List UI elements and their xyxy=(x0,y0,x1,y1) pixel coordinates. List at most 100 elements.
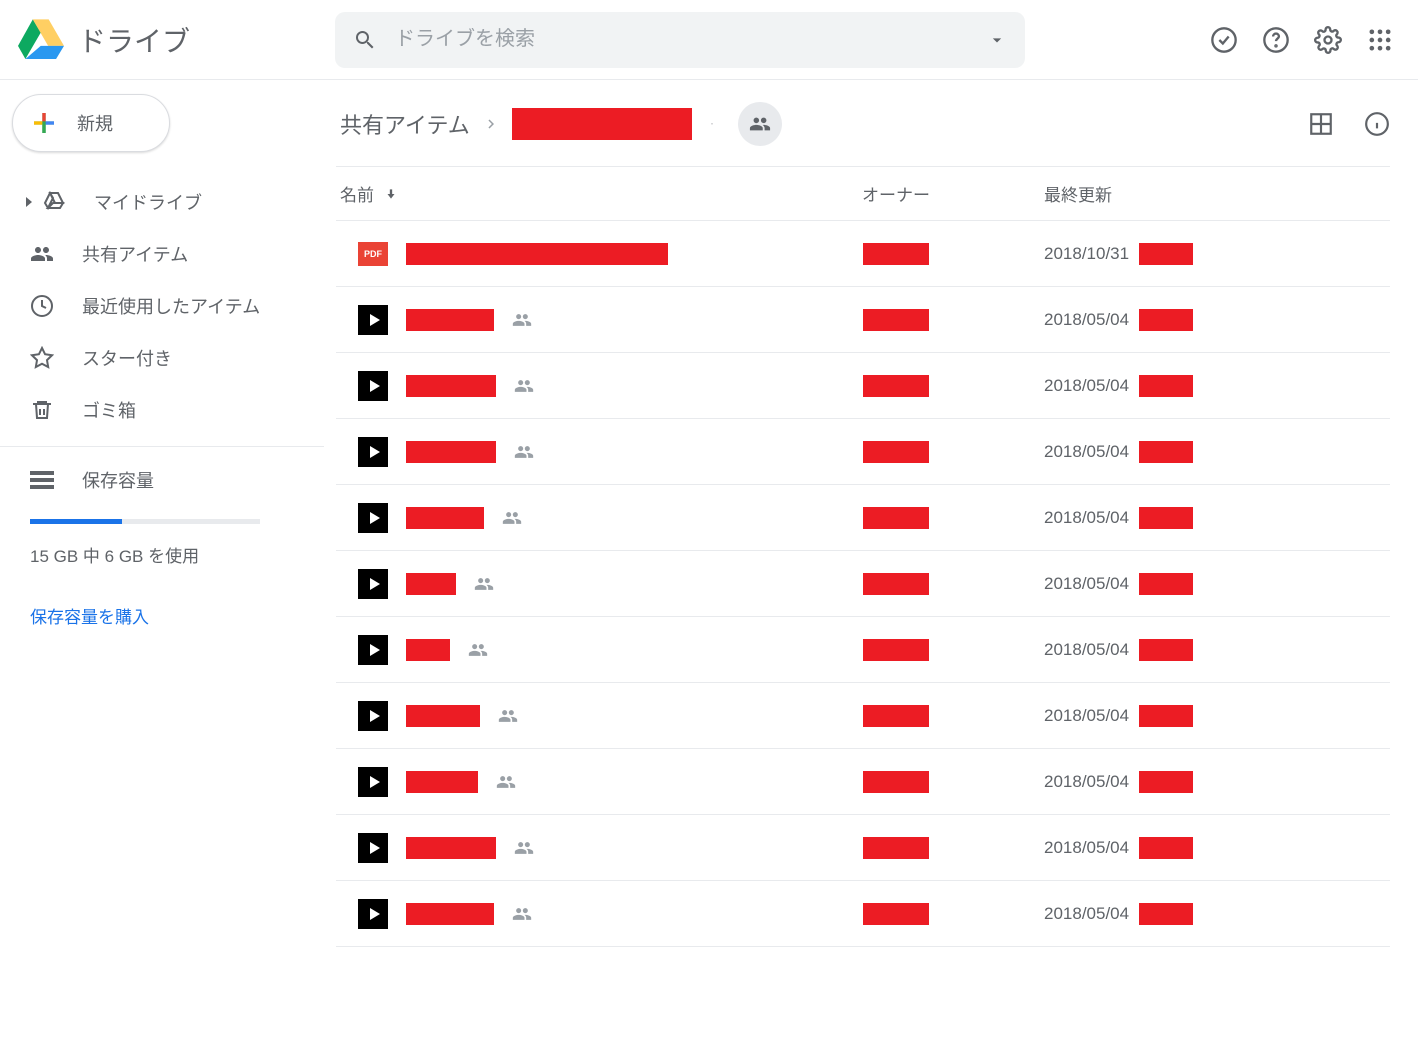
grid-view-icon[interactable] xyxy=(1308,111,1334,137)
file-row[interactable]: 2018/05/04 xyxy=(336,419,1390,485)
file-modified-cell: 2018/05/04 xyxy=(986,639,1390,661)
shared-indicator-icon xyxy=(514,376,534,396)
video-icon xyxy=(358,833,388,863)
file-row[interactable]: 2018/05/04 xyxy=(336,353,1390,419)
storage-row[interactable]: 保存容量 xyxy=(30,467,324,493)
file-owner-redacted xyxy=(863,441,929,463)
info-icon[interactable] xyxy=(1364,111,1390,137)
file-modified-date: 2018/05/04 xyxy=(1044,310,1129,330)
file-owner-cell xyxy=(806,639,986,661)
file-modified-date: 2018/05/04 xyxy=(1044,706,1129,726)
file-modifier-redacted xyxy=(1139,375,1193,397)
logo-section[interactable]: ドライブ xyxy=(18,17,323,63)
storage-section: 保存容量 15 GB 中 6 GB を使用 保存容量を購入 xyxy=(0,457,324,628)
file-name-cell: PDF xyxy=(336,242,806,266)
file-row[interactable]: 2018/05/04 xyxy=(336,683,1390,749)
file-name-cell xyxy=(336,503,806,533)
offline-ready-icon[interactable] xyxy=(1210,26,1238,54)
file-owner-cell xyxy=(806,441,986,463)
recent-icon xyxy=(30,294,54,318)
file-row[interactable]: 2018/05/04 xyxy=(336,551,1390,617)
file-row[interactable]: 2018/05/04 xyxy=(336,881,1390,947)
file-modified-cell: 2018/05/04 xyxy=(986,441,1390,463)
file-row[interactable]: 2018/05/04 xyxy=(336,485,1390,551)
apps-grid-icon[interactable] xyxy=(1366,26,1394,54)
new-button[interactable]: 新規 xyxy=(12,94,170,152)
nav-list: マイドライブ 共有アイテム 最近使用したアイテム スター付き ゴミ箱 xyxy=(0,176,324,436)
pdf-icon: PDF xyxy=(358,242,388,266)
search-input[interactable] xyxy=(395,28,969,51)
sidebar-item-shared[interactable]: 共有アイテム xyxy=(0,228,314,280)
breadcrumb-root[interactable]: 共有アイテム xyxy=(340,108,470,140)
file-owner-redacted xyxy=(863,507,929,529)
file-name-cell xyxy=(336,371,806,401)
sidebar-item-starred[interactable]: スター付き xyxy=(0,332,314,384)
mydrive-icon xyxy=(42,190,66,214)
video-icon xyxy=(358,701,388,731)
file-modified-cell: 2018/05/04 xyxy=(986,837,1390,859)
file-name-cell xyxy=(336,833,806,863)
file-name-cell xyxy=(336,569,806,599)
file-name-redacted xyxy=(406,309,494,331)
sort-arrow-down-icon xyxy=(384,187,398,201)
breadcrumb-folder-redacted[interactable] xyxy=(512,108,692,140)
buy-storage-link[interactable]: 保存容量を購入 xyxy=(30,603,324,628)
file-row[interactable]: 2018/05/04 xyxy=(336,287,1390,353)
file-owner-redacted xyxy=(863,771,929,793)
shared-indicator-icon xyxy=(512,310,532,330)
shared-icon xyxy=(30,242,54,266)
file-owner-redacted xyxy=(863,837,929,859)
sidebar-item-recent[interactable]: 最近使用したアイテム xyxy=(0,280,314,332)
file-modified-cell: 2018/05/04 xyxy=(986,507,1390,529)
dropdown-icon[interactable] xyxy=(987,30,1007,50)
chevron-right-icon xyxy=(482,115,500,133)
people-chip[interactable] xyxy=(738,102,782,146)
sidebar-item-mydrive[interactable]: マイドライブ xyxy=(0,176,314,228)
sidebar: 新規 マイドライブ 共有アイテム 最近使用したアイテム スター付き xyxy=(0,80,324,947)
shared-indicator-icon xyxy=(498,706,518,726)
file-modifier-redacted xyxy=(1139,573,1193,595)
settings-icon[interactable] xyxy=(1314,26,1342,54)
file-modifier-redacted xyxy=(1139,441,1193,463)
header: ドライブ xyxy=(0,0,1418,80)
file-owner-redacted xyxy=(863,243,929,265)
sidebar-item-trash[interactable]: ゴミ箱 xyxy=(0,384,314,436)
file-modifier-redacted xyxy=(1139,507,1193,529)
file-owner-redacted xyxy=(863,705,929,727)
file-modified-date: 2018/05/04 xyxy=(1044,376,1129,396)
sidebar-item-label: ゴミ箱 xyxy=(82,397,136,423)
video-icon xyxy=(358,635,388,665)
column-modified[interactable]: 最終更新 xyxy=(986,181,1390,206)
file-name-redacted xyxy=(406,507,484,529)
expand-triangle-icon[interactable] xyxy=(24,197,34,207)
file-owner-redacted xyxy=(863,639,929,661)
column-owner[interactable]: オーナー xyxy=(806,181,986,206)
file-row[interactable]: 2018/05/04 xyxy=(336,815,1390,881)
column-name[interactable]: 名前 xyxy=(336,181,806,206)
file-modifier-redacted xyxy=(1139,903,1193,925)
file-modifier-redacted xyxy=(1139,771,1193,793)
file-name-cell xyxy=(336,767,806,797)
file-row[interactable]: PDF 2018/10/31 xyxy=(336,221,1390,287)
sidebar-item-label: マイドライブ xyxy=(94,189,202,215)
file-modified-cell: 2018/10/31 xyxy=(986,243,1390,265)
file-name-redacted xyxy=(406,771,478,793)
file-row[interactable]: 2018/05/04 xyxy=(336,617,1390,683)
video-icon xyxy=(358,503,388,533)
file-name-cell xyxy=(336,635,806,665)
file-row[interactable]: 2018/05/04 xyxy=(336,749,1390,815)
drive-logo-icon xyxy=(18,17,64,63)
file-owner-cell xyxy=(806,309,986,331)
people-icon xyxy=(749,113,771,135)
breadcrumb-dropdown-icon[interactable] xyxy=(704,116,720,132)
file-modified-date: 2018/05/04 xyxy=(1044,508,1129,528)
file-modified-date: 2018/05/04 xyxy=(1044,574,1129,594)
column-header: 名前 オーナー 最終更新 xyxy=(336,167,1390,221)
search-icon xyxy=(353,28,377,52)
file-modified-date: 2018/05/04 xyxy=(1044,442,1129,462)
file-owner-cell xyxy=(806,243,986,265)
file-owner-cell xyxy=(806,507,986,529)
search-bar[interactable] xyxy=(335,12,1025,68)
help-icon[interactable] xyxy=(1262,26,1290,54)
column-owner-label: オーナー xyxy=(862,186,930,205)
